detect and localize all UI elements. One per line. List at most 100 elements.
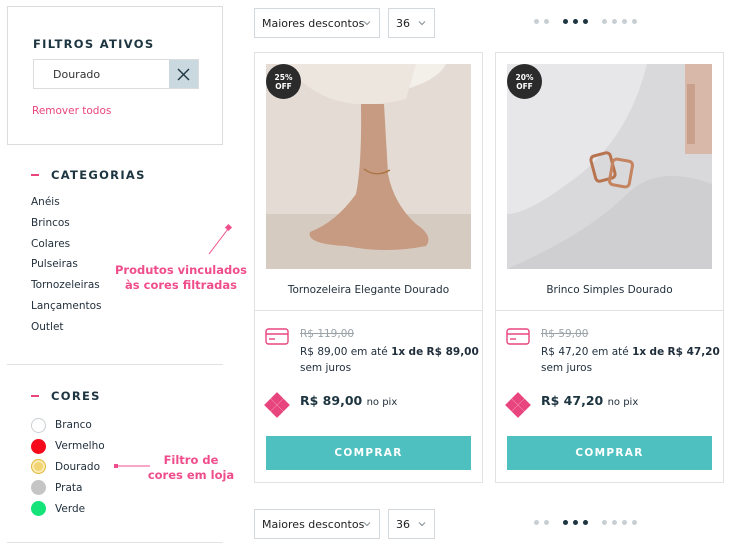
categories-heading: CATEGORIAS: [31, 168, 146, 182]
color-filter-list: Branco Vermelho Dourado Prata Verde: [31, 415, 105, 519]
page-dot[interactable]: [622, 520, 627, 525]
installment-count: 1x: [632, 346, 647, 358]
color-option-verde[interactable]: Verde: [31, 498, 105, 519]
buy-button[interactable]: COMPRAR: [266, 436, 471, 470]
installment-info: R$ 47,20 em até 1x de R$ 47,20 sem juros: [541, 344, 721, 376]
old-price: R$ 59,00: [541, 328, 589, 340]
installment-post: sem juros: [541, 362, 593, 374]
sidebar-divider: [7, 542, 223, 543]
chevron-down-icon: [418, 21, 426, 26]
product-name[interactable]: Tornozeleira Elegante Dourado: [255, 284, 482, 296]
pix-price-value: R$ 89,00: [300, 393, 363, 408]
pix-icon: [505, 392, 531, 418]
buy-button[interactable]: COMPRAR: [507, 436, 712, 470]
page-dot[interactable]: [602, 19, 607, 24]
chevron-down-icon: [363, 21, 371, 26]
per-page-select-bottom[interactable]: 36: [388, 509, 435, 539]
card-divider: [255, 310, 482, 311]
discount-percent: 20%: [515, 72, 534, 82]
product-image-earrings[interactable]: [507, 64, 712, 269]
category-item-pulseiras[interactable]: Pulseiras: [31, 257, 102, 278]
product-image-anklet[interactable]: [266, 64, 471, 269]
card-divider: [496, 310, 723, 311]
page-dot[interactable]: [534, 19, 539, 24]
page-dot[interactable]: [632, 520, 637, 525]
sort-select-bottom[interactable]: Maiores descontos: [254, 509, 380, 539]
page-dot-active[interactable]: [583, 520, 588, 525]
installment-post: sem juros: [300, 362, 352, 374]
page-dot[interactable]: [544, 19, 549, 24]
color-option-label: Verde: [55, 502, 86, 515]
category-item-colares[interactable]: Colares: [31, 237, 102, 258]
page-dot[interactable]: [632, 19, 637, 24]
close-icon[interactable]: [169, 60, 198, 88]
page-dot-active[interactable]: [563, 520, 568, 525]
category-item-tornozeleiras[interactable]: Tornozeleiras: [31, 278, 102, 299]
page-dot[interactable]: [622, 19, 627, 24]
category-item-aneis[interactable]: Anéis: [31, 195, 102, 216]
sidebar-divider: [7, 364, 223, 365]
discount-percent: 25%: [274, 72, 293, 82]
active-filters-panel: FILTROS ATIVOS Dourado Remover todos: [7, 6, 223, 145]
product-card[interactable]: 20% OFF Brinco Simples Dourado R$ 59,00 …: [495, 52, 724, 483]
installment-pre: em até: [591, 346, 629, 358]
page-dot[interactable]: [534, 520, 539, 525]
per-page-select-value: 36: [396, 517, 410, 531]
annotation-linked-products: Produtos vinculados às cores filtradas: [112, 263, 250, 293]
per-page-select-top[interactable]: 36: [388, 8, 435, 38]
color-option-label: Prata: [55, 481, 83, 494]
pagination-top[interactable]: [534, 19, 642, 24]
installment-de: de: [408, 346, 424, 358]
product-name[interactable]: Brinco Simples Dourado: [496, 284, 723, 296]
sort-select-top[interactable]: Maiores descontos: [254, 8, 380, 38]
pix-price: R$ 47,20 no pix: [541, 393, 638, 408]
product-card[interactable]: 25% OFF Tornozeleira Elegante Dourado R$…: [254, 52, 483, 483]
page-dot-active[interactable]: [573, 520, 578, 525]
color-swatch: [31, 417, 46, 433]
color-swatch: [31, 459, 46, 475]
category-item-brincos[interactable]: Brincos: [31, 216, 102, 237]
credit-card-icon: [506, 328, 530, 345]
chevron-down-icon: [363, 522, 371, 527]
annotation-line: às cores filtradas: [125, 278, 237, 292]
page-dot-active[interactable]: [573, 19, 578, 24]
credit-card-icon: [265, 328, 289, 345]
color-option-branco[interactable]: Branco: [31, 415, 105, 436]
color-swatch: [31, 501, 46, 517]
active-filter-chip-label: Dourado: [53, 68, 101, 81]
page-dot-active[interactable]: [583, 19, 588, 24]
installment-value: R$ 47,20: [667, 346, 720, 358]
discount-badge: 25% OFF: [266, 64, 301, 99]
page-dot[interactable]: [544, 520, 549, 525]
color-option-prata[interactable]: Prata: [31, 477, 105, 498]
pix-price-label: no pix: [607, 397, 639, 408]
annotation-color-filter: Filtro de cores em loja: [146, 453, 236, 483]
annotation-arrow-icon: [208, 223, 233, 255]
color-option-dourado[interactable]: Dourado: [31, 457, 105, 478]
category-item-lancamentos[interactable]: Lançamentos: [31, 299, 102, 320]
category-item-outlet[interactable]: Outlet: [31, 320, 102, 341]
colors-title: CORES: [51, 389, 101, 403]
pix-icon: [264, 392, 290, 418]
discount-off: OFF: [275, 81, 292, 91]
color-option-label: Vermelho: [55, 440, 105, 453]
installment-value: R$ 89,00: [426, 346, 479, 358]
installment-price: R$ 89,00: [300, 346, 348, 358]
annotation-line: Produtos vinculados: [115, 263, 247, 277]
discount-off: OFF: [516, 81, 533, 91]
sort-select-value: Maiores descontos: [262, 16, 365, 30]
page-dot[interactable]: [612, 520, 617, 525]
remove-all-link[interactable]: Remover todos: [32, 105, 111, 117]
colors-heading: CORES: [31, 389, 101, 403]
per-page-select-value: 36: [396, 16, 410, 30]
old-price: R$ 119,00: [300, 328, 355, 340]
page-dot[interactable]: [602, 520, 607, 525]
color-option-vermelho[interactable]: Vermelho: [31, 436, 105, 457]
pagination-bottom[interactable]: [534, 520, 642, 525]
page-dot[interactable]: [612, 19, 617, 24]
pix-price-label: no pix: [366, 397, 398, 408]
active-filters-title: FILTROS ATIVOS: [33, 37, 155, 51]
pix-price: R$ 89,00 no pix: [300, 393, 397, 408]
discount-badge: 20% OFF: [507, 64, 542, 99]
page-dot-active[interactable]: [563, 19, 568, 24]
